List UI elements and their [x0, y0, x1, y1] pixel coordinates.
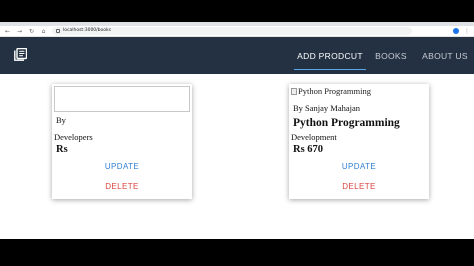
nav-about-us[interactable]: ABOUT US [416, 37, 474, 74]
forward-icon[interactable]: → [16, 26, 23, 37]
browser-toolbar: ← → ↻ ⌂ localhost:3000/books ⋮ [0, 26, 474, 37]
nav-add-product[interactable]: ADD PRODCUT [294, 37, 366, 74]
site-info-icon[interactable] [56, 29, 60, 33]
profile-avatar-icon[interactable] [453, 28, 459, 34]
address-bar-url: localhost:3000/books [63, 28, 111, 33]
book-title: Python Programming [293, 117, 400, 129]
book-price: Rs [56, 144, 68, 155]
book-card: Python Programming By Sanjay Mahajan Pyt… [289, 84, 429, 199]
home-icon[interactable]: ⌂ [40, 26, 47, 37]
broken-image-icon [291, 87, 297, 95]
book-author: By [56, 115, 66, 125]
book-cover-alt-text: Python Programming [298, 86, 371, 96]
book-cover-image [54, 86, 190, 112]
book-category: Development [291, 132, 337, 142]
back-icon[interactable]: ← [4, 26, 11, 37]
address-bar[interactable]: localhost:3000/books [52, 27, 412, 35]
book-card: By Developers Rs UPDATE DELETE [52, 84, 192, 199]
delete-button[interactable]: DELETE [52, 182, 192, 191]
book-price: Rs 670 [293, 144, 324, 155]
browser-menu-icon[interactable]: ⋮ [464, 26, 470, 37]
book-cover-image: Python Programming [291, 86, 371, 96]
app-header: ADD PRODCUT BOOKS ABOUT US [0, 37, 474, 74]
nav-books[interactable]: BOOKS [368, 37, 414, 74]
book-category: Developers [54, 132, 93, 142]
main-nav: ADD PRODCUT BOOKS ABOUT US [294, 37, 474, 74]
update-button[interactable]: UPDATE [52, 162, 192, 171]
delete-button[interactable]: DELETE [289, 182, 429, 191]
update-button[interactable]: UPDATE [289, 162, 429, 171]
book-icon[interactable] [14, 48, 27, 61]
reload-icon[interactable]: ↻ [28, 26, 35, 37]
book-author: By Sanjay Mahajan [293, 103, 361, 113]
